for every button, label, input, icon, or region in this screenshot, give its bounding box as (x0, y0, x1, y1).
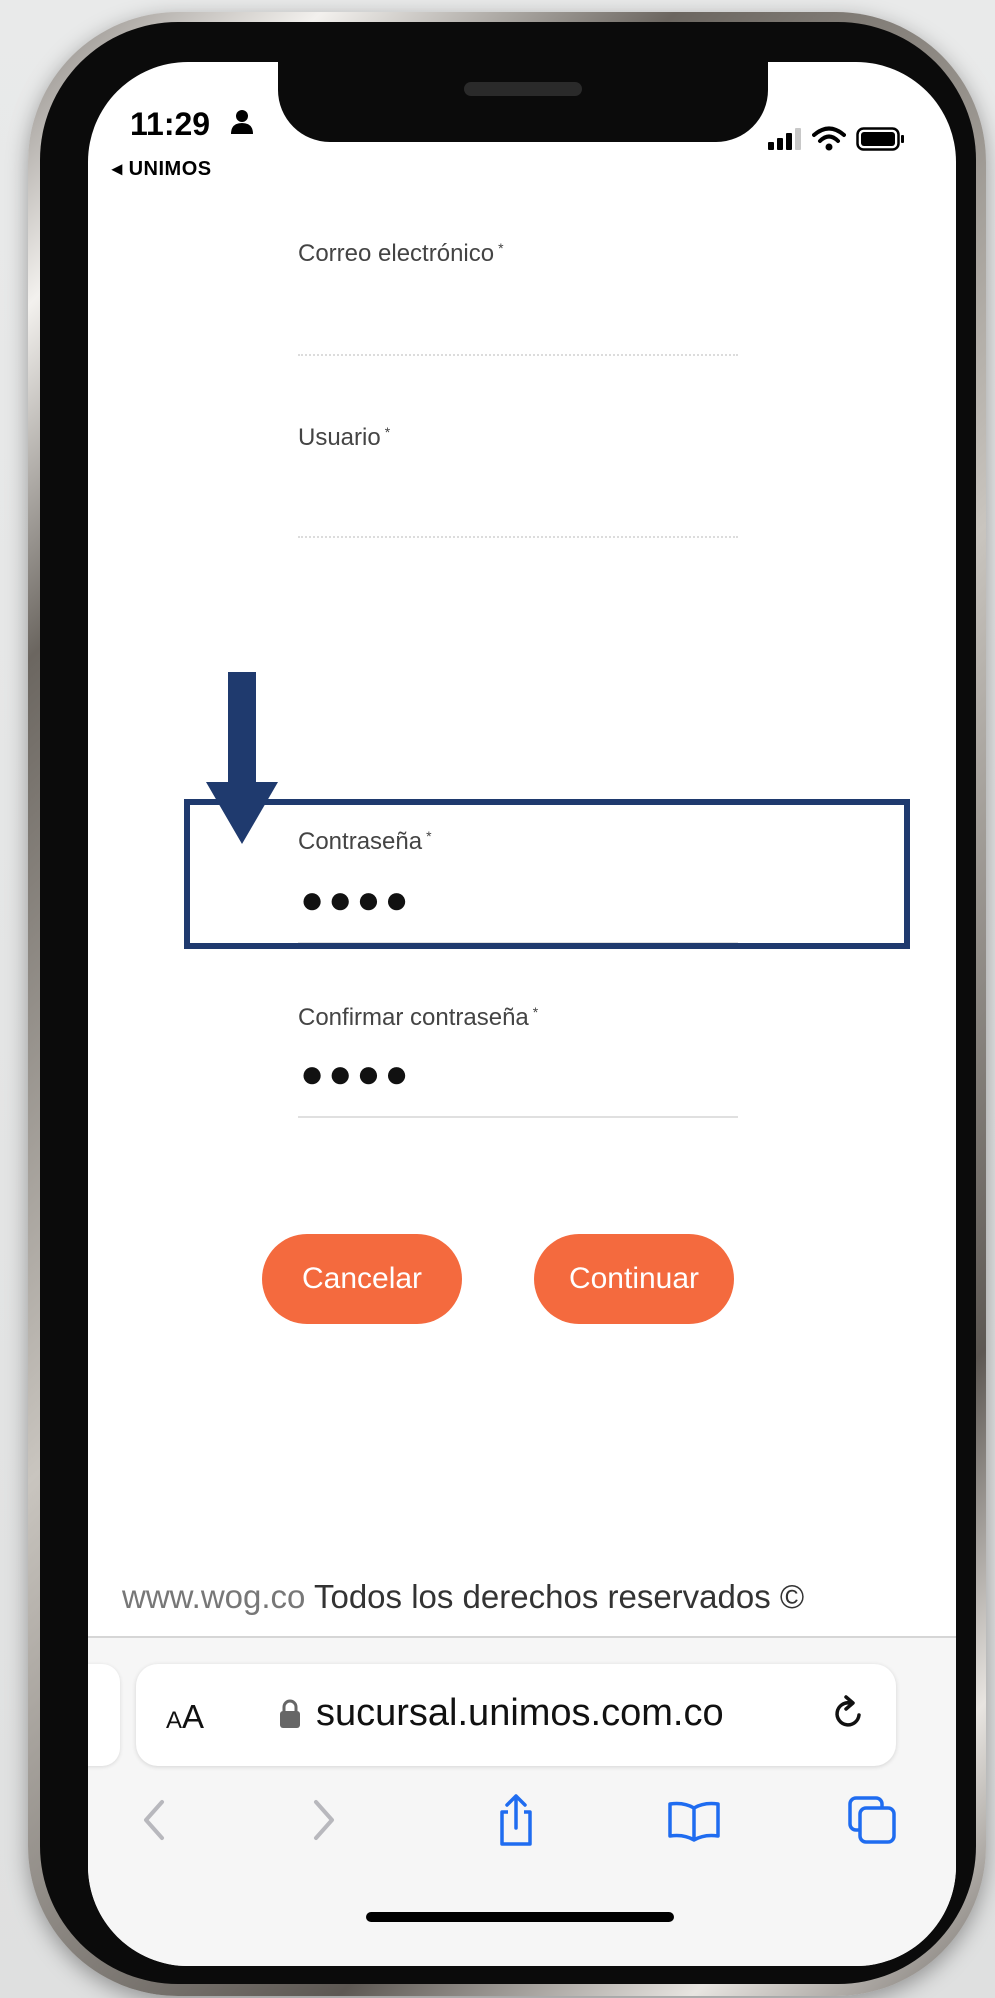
footer-site-link[interactable]: www.wog.co (122, 1578, 305, 1615)
battery-icon (856, 127, 904, 151)
continue-button[interactable]: Continuar (534, 1234, 734, 1324)
previous-tab-preview[interactable] (88, 1664, 120, 1766)
cellular-signal-icon (768, 128, 801, 150)
back-icon[interactable] (126, 1790, 186, 1850)
phone-speaker (464, 82, 582, 96)
status-time: 11:29 (130, 106, 211, 142)
tabs-icon[interactable] (842, 1790, 902, 1850)
confirm-password-label: Confirmar contraseña * (298, 1004, 539, 1031)
password-highlight-box (184, 799, 910, 949)
safari-toolbar (88, 1790, 956, 1880)
user-field[interactable] (298, 536, 738, 538)
email-label: Correo electrónico * (298, 240, 504, 267)
forward-icon[interactable] (292, 1790, 352, 1850)
email-field[interactable] (298, 354, 738, 356)
phone-screen: 11:29 ◂ UNIMOS Correo electrónico * Usuar… (88, 62, 956, 1966)
confirm-password-field[interactable]: ●●●● (300, 1052, 413, 1097)
phone-notch (278, 60, 768, 142)
reader-options-button[interactable]: AA (166, 1698, 204, 1736)
footer-rights: Todos los derechos reservados © (305, 1578, 805, 1615)
confirm-password-underline (298, 1116, 738, 1118)
reload-icon[interactable] (828, 1692, 870, 1734)
status-icons (768, 126, 906, 152)
person-icon (231, 110, 253, 134)
address-bar[interactable]: AA sucursal.unimos.com.co (136, 1664, 896, 1766)
bookmarks-icon[interactable] (664, 1790, 724, 1850)
cancel-button[interactable]: Cancelar (262, 1234, 462, 1324)
url-text[interactable]: sucursal.unimos.com.co (316, 1692, 724, 1735)
footer-text: www.wog.co Todos los derechos reservados… (122, 1578, 804, 1616)
back-to-app-link[interactable]: ◂ UNIMOS (112, 156, 212, 181)
home-indicator (366, 1912, 674, 1922)
lock-icon (280, 1699, 300, 1728)
share-icon[interactable] (486, 1790, 546, 1850)
wifi-icon (812, 126, 846, 151)
arrow-down-icon (206, 672, 278, 844)
user-label: Usuario * (298, 424, 391, 451)
